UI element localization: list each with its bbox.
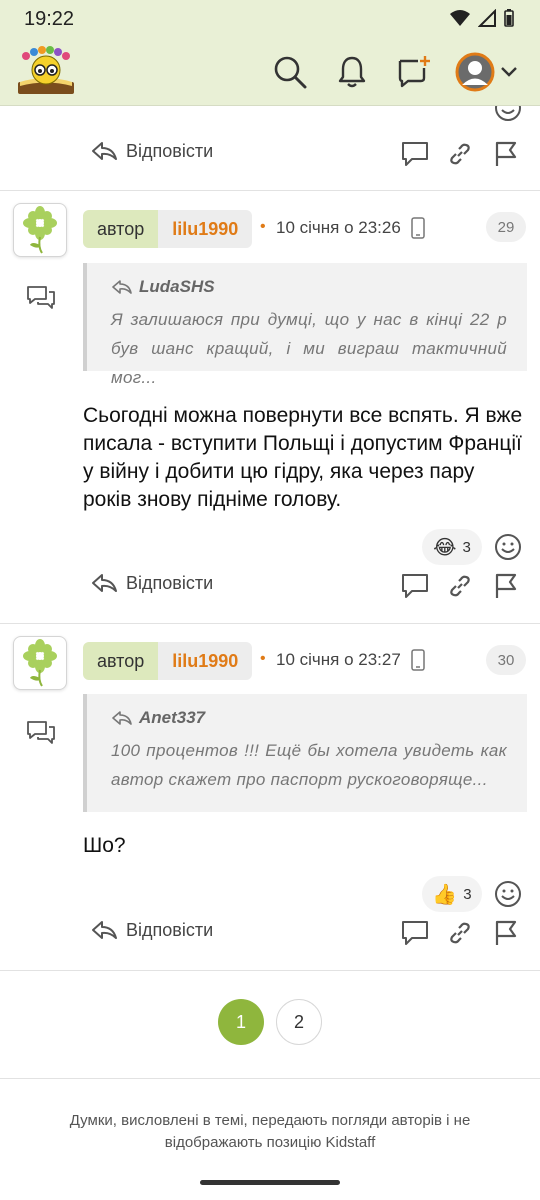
flag-icon[interactable] [490,570,522,602]
add-reaction-icon[interactable] [494,106,522,122]
flag-icon[interactable] [490,138,522,170]
private-message-icon[interactable] [26,285,56,311]
reply-icon [92,921,117,939]
chevron-down-icon[interactable] [500,66,518,78]
reply-button[interactable]: Відповісти [90,140,213,162]
footer-disclaimer: Думки, висловлені в темі, передають погл… [69,1112,471,1151]
link-icon[interactable] [444,138,476,170]
kidstaff-logo[interactable] [14,46,78,98]
post-text: Шо? [83,834,126,857]
reply-button[interactable]: Відповісти [90,572,213,594]
thumbs-up-emoji-icon: 👍 [432,883,458,906]
reply-icon [112,711,132,725]
mobile-icon [411,649,425,671]
post-number[interactable]: 30 [486,645,526,675]
status-icons [450,9,514,27]
mobile-icon [411,217,425,239]
username[interactable]: lilu1990 [158,642,253,680]
reply-icon [112,280,132,294]
comment-actions: Відповісти [0,134,540,174]
reply-button[interactable]: Відповісти [90,919,213,941]
comment-actions: Відповісти [0,566,540,606]
page-2-button[interactable]: 2 [276,999,322,1045]
reaction-count: 3 [463,885,472,903]
comment-actions: Відповісти [0,913,540,953]
status-time: 19:22 [24,8,75,30]
post-date: 10 січня о 23:27 [276,650,401,669]
reaction-count: 3 [462,538,471,556]
add-reaction-icon[interactable] [494,533,522,561]
separator-dot: • [260,650,266,667]
reply-icon [92,142,117,160]
flower-icon [23,639,57,687]
quote-author[interactable]: LudaSHS [111,277,507,297]
status-bar: 19:22 [0,0,540,38]
author-avatar[interactable] [13,203,67,257]
signal-icon [478,9,496,27]
laughing-emoji-icon: 😂 [433,536,457,559]
quote-block: LudaSHS Я залишаюся при думці, що у нас … [83,263,527,387]
role-label: автор [83,210,159,248]
role-label: автор [83,642,159,680]
author-badge[interactable]: автор lilu1990 [83,642,253,680]
search-icon[interactable] [270,52,310,92]
add-reaction-icon[interactable] [494,880,522,908]
app-header [0,38,540,106]
comment-post: автор lilu1990 • 10 січня о 23:26 29 Lud… [0,191,540,623]
wifi-icon [450,10,470,26]
divider [0,970,540,971]
flower-icon [23,206,57,254]
quote-text: Я залишаюся при думці, що у нас в кінці … [111,310,507,387]
quote-text: 100 процентов !!! Ещё бы хотела увидеть … [111,741,507,789]
bell-icon[interactable] [332,52,372,92]
author-avatar[interactable] [13,636,67,690]
user-menu[interactable] [455,52,523,92]
private-message-icon[interactable] [26,720,56,746]
reaction-chip[interactable]: 👍 3 [422,876,482,912]
link-icon[interactable] [444,917,476,949]
separator-dot: • [260,218,266,235]
comments-feed: Відповісти автор lilu1990 • 10 січня о 2… [0,106,540,1200]
post-number[interactable]: 29 [486,212,526,242]
link-icon[interactable] [444,570,476,602]
reply-icon [92,574,117,592]
flag-icon[interactable] [490,917,522,949]
divider [0,1078,540,1079]
user-avatar[interactable] [455,52,495,92]
post-text: Сьогодні можна повернути все вспять. Я в… [83,404,523,511]
comment-icon[interactable] [399,570,431,602]
username[interactable]: lilu1990 [158,210,253,248]
battery-icon [504,9,514,27]
post-date: 10 січня о 23:26 [276,218,401,237]
reaction-chip[interactable]: 😂 3 [422,529,482,565]
page-1-button[interactable]: 1 [218,999,264,1045]
new-chat-icon[interactable] [394,52,434,92]
pagination: 1 2 [0,999,540,1045]
home-indicator[interactable] [200,1180,340,1185]
author-badge[interactable]: автор lilu1990 [83,210,253,248]
quote-author[interactable]: Anet337 [111,708,507,728]
quote-block: Anet337 100 процентов !!! Ещё бы хотела … [83,694,527,812]
comment-icon[interactable] [399,138,431,170]
comment-icon[interactable] [399,917,431,949]
comment-post: автор lilu1990 • 10 січня о 23:27 30 Ane… [0,624,540,970]
